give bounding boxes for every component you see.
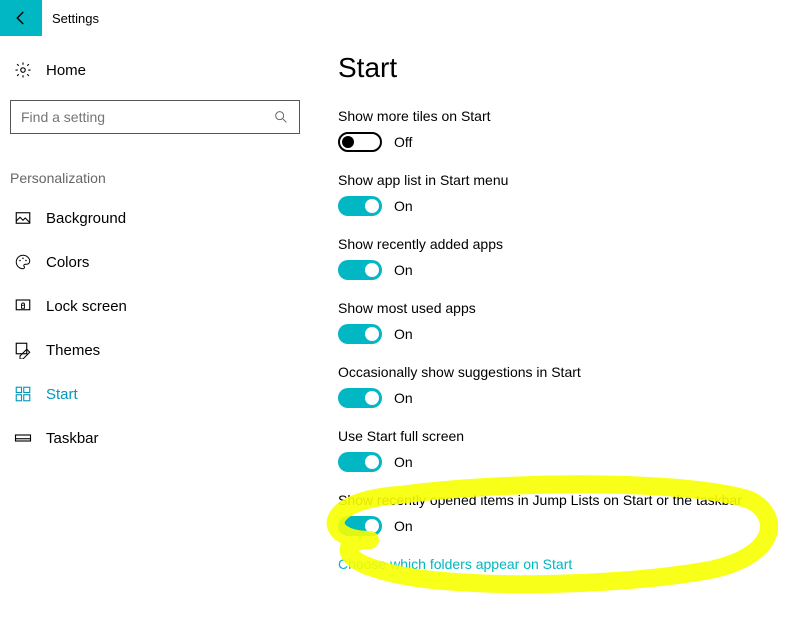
setting-row: Show app list in Start menu On [338, 172, 778, 216]
palette-icon [14, 253, 32, 271]
setting-label: Show most used apps [338, 300, 778, 316]
start-icon [14, 385, 32, 403]
search-input[interactable] [21, 109, 273, 125]
home-button[interactable]: Home [10, 50, 300, 90]
toggle-switch[interactable] [338, 452, 382, 472]
main-content: Start Show more tiles on Start Off Show ap… [338, 52, 778, 572]
setting-label: Use Start full screen [338, 428, 778, 444]
setting-row: Occasionally show suggestions in Start On [338, 364, 778, 408]
sidebar-item-label: Lock screen [46, 298, 127, 315]
sidebar-item-label: Start [46, 386, 78, 403]
toggle-state-label: On [394, 326, 413, 342]
search-box[interactable] [10, 100, 300, 134]
sidebar-item-themes[interactable]: Themes [10, 328, 300, 372]
setting-row: Show recently opened items in Jump Lists… [338, 492, 778, 536]
toggle-knob [365, 391, 379, 405]
nav-list: Background Colors Lock screen Themes Sta… [10, 196, 300, 460]
toggle-switch[interactable] [338, 516, 382, 536]
lock-screen-icon [14, 297, 32, 315]
search-icon [273, 109, 289, 125]
toggle-row: On [338, 324, 778, 344]
window-header: Settings [0, 0, 792, 36]
sidebar-item-label: Colors [46, 254, 89, 271]
toggle-row: Off [338, 132, 778, 152]
arrow-left-icon [12, 9, 30, 27]
taskbar-icon [14, 429, 32, 447]
section-label: Personalization [10, 170, 300, 186]
setting-label: Show recently opened items in Jump Lists… [338, 492, 778, 508]
setting-row: Show recently added apps On [338, 236, 778, 280]
page-title: Start [338, 52, 778, 84]
toggle-knob [365, 455, 379, 469]
sidebar-item-taskbar[interactable]: Taskbar [10, 416, 300, 460]
sidebar: Home Personalization Background Colors L… [10, 50, 300, 460]
settings-list: Show more tiles on Start Off Show app list… [338, 108, 778, 536]
back-button[interactable] [0, 0, 42, 36]
setting-row: Show more tiles on Start Off [338, 108, 778, 152]
picture-icon [14, 209, 32, 227]
toggle-state-label: On [394, 198, 413, 214]
folders-link[interactable]: Choose which folders appear on Start [338, 556, 778, 572]
setting-label: Show more tiles on Start [338, 108, 778, 124]
toggle-row: On [338, 452, 778, 472]
toggle-state-label: On [394, 390, 413, 406]
toggle-state-label: Off [394, 134, 412, 150]
setting-label: Show app list in Start menu [338, 172, 778, 188]
toggle-state-label: On [394, 262, 413, 278]
setting-row: Show most used apps On [338, 300, 778, 344]
gear-icon [14, 61, 32, 79]
toggle-switch[interactable] [338, 324, 382, 344]
toggle-switch[interactable] [338, 388, 382, 408]
sidebar-item-colors[interactable]: Colors [10, 240, 300, 284]
sidebar-item-start[interactable]: Start [10, 372, 300, 416]
setting-label: Occasionally show suggestions in Start [338, 364, 778, 380]
toggle-knob [365, 199, 379, 213]
setting-row: Use Start full screen On [338, 428, 778, 472]
toggle-knob [365, 263, 379, 277]
toggle-row: On [338, 516, 778, 536]
toggle-knob [365, 519, 379, 533]
sidebar-item-background[interactable]: Background [10, 196, 300, 240]
setting-label: Show recently added apps [338, 236, 778, 252]
header-title: Settings [52, 11, 99, 26]
toggle-state-label: On [394, 454, 413, 470]
sidebar-item-label: Taskbar [46, 430, 99, 447]
toggle-state-label: On [394, 518, 413, 534]
home-label: Home [46, 62, 86, 79]
toggle-row: On [338, 388, 778, 408]
toggle-row: On [338, 260, 778, 280]
toggle-switch[interactable] [338, 260, 382, 280]
toggle-switch[interactable] [338, 132, 382, 152]
toggle-knob [342, 136, 354, 148]
sidebar-item-label: Background [46, 210, 126, 227]
toggle-switch[interactable] [338, 196, 382, 216]
toggle-knob [365, 327, 379, 341]
toggle-row: On [338, 196, 778, 216]
sidebar-item-lock-screen[interactable]: Lock screen [10, 284, 300, 328]
themes-icon [14, 341, 32, 359]
sidebar-item-label: Themes [46, 342, 100, 359]
